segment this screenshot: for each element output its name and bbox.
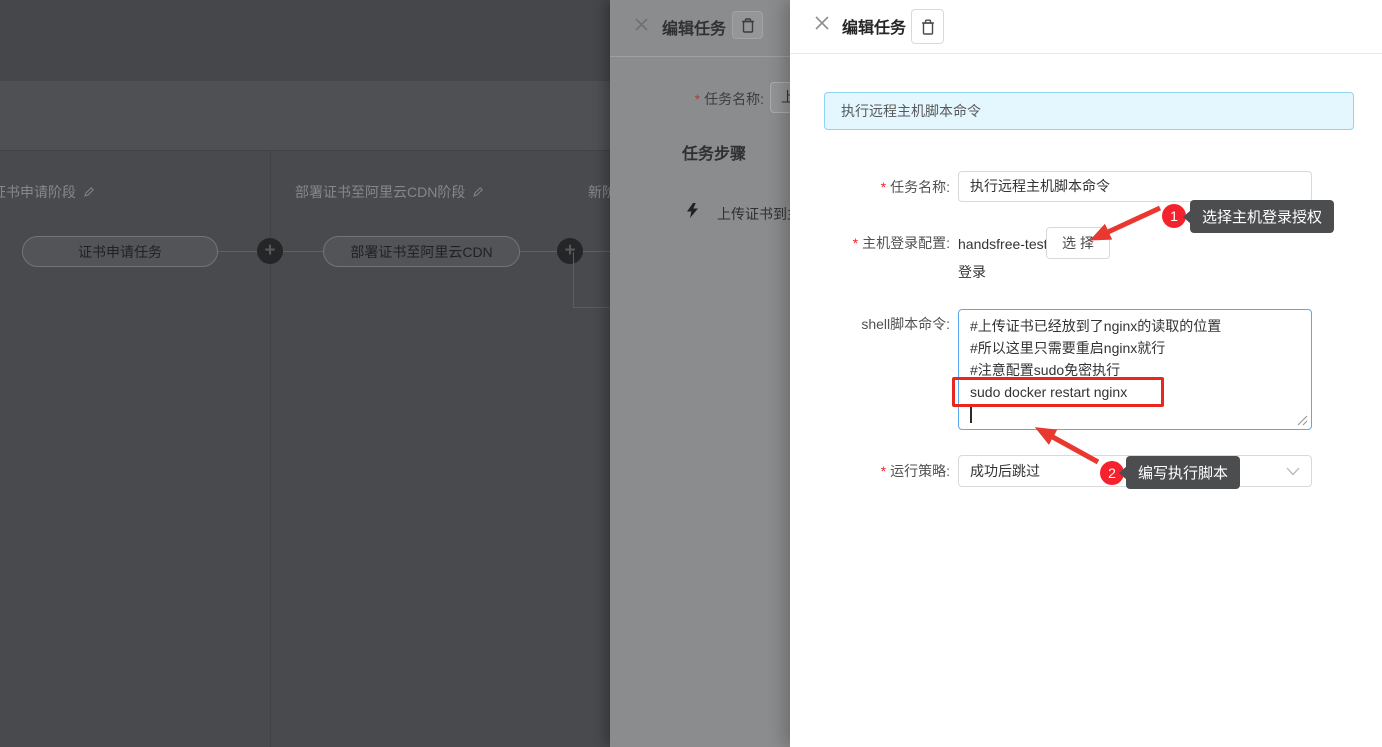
task-connector xyxy=(519,251,558,252)
trash-icon xyxy=(920,18,936,36)
shell-line: #上传证书已经放到了nginx的读取的位置 xyxy=(970,315,1300,337)
edit-stage-icon[interactable] xyxy=(83,186,95,198)
stage-title-2-label: 部署证书至阿里云CDN阶段 xyxy=(295,182,465,202)
host-login-label: *主机登录配置: xyxy=(790,233,950,253)
task-name-input[interactable]: 执行远程主机脚本命令 xyxy=(958,171,1312,202)
drawer-header-divider xyxy=(790,53,1382,54)
add-task-button[interactable]: + xyxy=(557,238,583,264)
text-cursor xyxy=(970,405,972,423)
task-connector xyxy=(582,251,610,252)
drawer-header-divider xyxy=(610,56,790,57)
drawer-title: 编辑任务 xyxy=(842,14,906,38)
annotation-highlight-box xyxy=(952,377,1164,407)
close-icon[interactable] xyxy=(815,16,829,30)
annotation-tooltip-1: 选择主机登录授权 xyxy=(1190,200,1334,233)
run-policy-label: *运行策略: xyxy=(790,461,950,481)
stage3-card-edge xyxy=(573,307,610,308)
task-type-banner-text: 执行远程主机脚本命令 xyxy=(841,101,981,121)
shell-script-label: shell脚本命令: xyxy=(790,314,950,334)
task-pill-deploy-cdn[interactable]: 部署证书至阿里云CDN xyxy=(323,236,520,267)
annotation-tooltip-2: 编写执行脚本 xyxy=(1126,456,1240,489)
task-type-banner: 执行远程主机脚本命令 xyxy=(824,92,1354,130)
stage-title-1-label: 证书申请阶段 xyxy=(0,182,76,202)
close-icon[interactable] xyxy=(635,18,648,31)
trash-icon xyxy=(740,17,756,34)
task-connector xyxy=(218,251,258,252)
task-name-label: *任务名称: xyxy=(790,177,950,197)
edit-stage-icon[interactable] xyxy=(472,186,484,198)
shell-script-textarea[interactable]: #上传证书已经放到了nginx的读取的位置 #所以这里只需要重启nginx就行 … xyxy=(958,309,1312,430)
lightning-icon xyxy=(687,203,698,218)
task-connector xyxy=(282,251,324,252)
host-login-value-line2: 登录 xyxy=(958,262,986,282)
shell-line: #所以这里只需要重启nginx就行 xyxy=(970,337,1300,359)
delete-task-button[interactable] xyxy=(911,9,944,44)
required-mark: * xyxy=(695,91,700,107)
textarea-resize-handle[interactable] xyxy=(1295,413,1309,427)
task-pill-label: 证书申请任务 xyxy=(78,242,162,262)
delete-task-button[interactable] xyxy=(732,11,763,39)
task-name-label: *任务名称: xyxy=(610,89,764,109)
task-steps-heading: 任务步骤 xyxy=(682,140,746,164)
task-pill-cert-request[interactable]: 证书申请任务 xyxy=(22,236,218,267)
stage3-card-edge xyxy=(573,252,574,307)
chevron-down-icon xyxy=(1286,467,1300,476)
add-task-button[interactable]: + xyxy=(257,238,283,264)
host-login-value-line1: handsfree-test xyxy=(958,236,1048,252)
stage-title-2: 部署证书至阿里云CDN阶段 xyxy=(295,182,484,202)
drawer-title: 编辑任务 xyxy=(662,15,726,39)
edit-task-drawer: 编辑任务 执行远程主机脚本命令 *任务名称: 执行远程主机脚本命令 *主机登录配… xyxy=(790,0,1382,747)
stage-title-1: 证书申请阶段 xyxy=(0,182,95,202)
required-mark: * xyxy=(881,463,886,479)
select-host-button[interactable]: 选 择 xyxy=(1046,227,1110,259)
required-mark: * xyxy=(853,235,858,251)
task-step-item[interactable]: 上传证书到主机 xyxy=(717,204,790,224)
edit-task-drawer-behind: 编辑任务 *任务名称: 上 任务步骤 上传证书到主机 xyxy=(610,0,790,747)
required-mark: * xyxy=(881,179,886,195)
task-pill-label: 部署证书至阿里云CDN xyxy=(350,242,492,262)
task-name-input[interactable]: 上 xyxy=(770,82,790,113)
